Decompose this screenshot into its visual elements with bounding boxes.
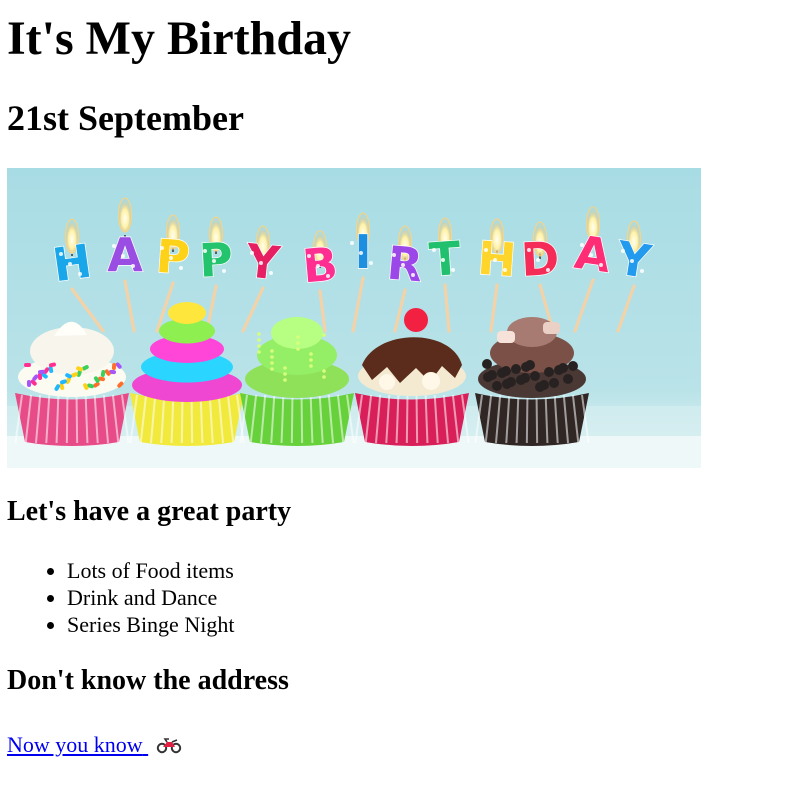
birthday-cupcake-image: HAPPYBIRTHDAY (7, 168, 701, 468)
motorcycle-icon (156, 733, 182, 754)
candle-stick (489, 283, 499, 333)
location-link[interactable]: Now you know motorcycle-icon (7, 731, 182, 758)
candle-dot (269, 271, 273, 275)
birthday-cupcake-illustration: H A P P Y B I R T H D AY (7, 197, 701, 468)
candle-dot (131, 264, 135, 268)
birthday-candle-letter: H (476, 231, 518, 288)
candle-stick (123, 279, 136, 333)
candle-dot (68, 262, 72, 266)
birthday-candle-letter: P (198, 232, 234, 288)
candle-dot (160, 246, 164, 250)
candle-dot (599, 263, 603, 267)
candle-dot (630, 259, 634, 263)
candle-stick (616, 284, 636, 333)
candle-dot (203, 249, 207, 253)
candle-stick (241, 286, 265, 333)
candle-dot (432, 248, 436, 252)
candle-dot (580, 243, 584, 247)
candle-dot (392, 253, 396, 257)
cupcake-rainbow (129, 302, 245, 446)
candle-dot (589, 253, 593, 257)
address-heading: Don't know the address (7, 665, 289, 696)
birthday-candle-letter: A (571, 225, 614, 283)
party-list-item-drink-dance: Drink and Dance (67, 584, 234, 611)
candle-dot (621, 249, 625, 253)
candle-dot (493, 258, 497, 262)
party-list: Lots of Food items Drink and Dance Serie… (7, 557, 234, 638)
candle-dot (503, 268, 507, 272)
page-title: It's My Birthday (7, 12, 352, 65)
candle-dot (169, 256, 173, 260)
candle-dot (112, 244, 116, 248)
cupcake-white-sprinkles (14, 321, 130, 446)
cupcake-chocolate (474, 317, 590, 446)
candle-dot (359, 251, 363, 255)
candle-dot (59, 252, 63, 256)
candle-dot (121, 254, 125, 258)
party-heading: Let's have a great party (7, 496, 292, 527)
birthday-candle-letter: B (300, 237, 340, 294)
candle-dot (536, 258, 540, 262)
candle-dot (212, 259, 216, 263)
location-link-label: Now you know (7, 732, 143, 757)
birthday-candle-letter: P (154, 229, 191, 285)
candle-dot (307, 254, 311, 258)
candle-dot (179, 266, 183, 270)
candle-dot (326, 274, 330, 278)
birthday-page: It's My Birthday 21st September HAPPYBIR… (0, 0, 791, 798)
birthday-date: 21st September (7, 98, 244, 138)
birthday-candle-letter: T (428, 231, 464, 287)
candle-dot (484, 248, 488, 252)
birthday-candle-letter: H (49, 234, 95, 293)
candle-dot (369, 261, 373, 265)
candle-dot (259, 261, 263, 265)
birthday-candle-letter: R (385, 236, 425, 293)
candle-dot (250, 251, 254, 255)
cupcake-green (239, 317, 355, 446)
party-list-item-series-night: Series Binge Night (67, 611, 234, 638)
cupcake-chocolate-cherry (354, 308, 470, 446)
candle-stick (351, 276, 365, 333)
candle-stick (393, 288, 407, 333)
birthday-candle-letter: A (107, 228, 143, 282)
birthday-candle-letter: Y (243, 233, 283, 290)
candle-dot (78, 272, 82, 276)
party-list-item-food: Lots of Food items (67, 557, 234, 584)
candle-dot (527, 248, 531, 252)
candle-dot (222, 269, 226, 273)
candle-flame-icon (118, 197, 132, 233)
candle-stick (318, 289, 327, 333)
candle-dot (350, 241, 354, 245)
candle-dot (401, 263, 405, 267)
candle-dot (451, 268, 455, 272)
birthday-candle-letter: I (354, 225, 371, 279)
candle-dot (316, 264, 320, 268)
candle-dot (640, 269, 644, 273)
candle-dot (411, 273, 415, 277)
candle-dot (441, 258, 445, 262)
candle-stick (573, 278, 595, 333)
candle-dot (546, 268, 550, 272)
birthday-candle-letter: D (520, 231, 561, 287)
candle-stick (443, 283, 451, 333)
